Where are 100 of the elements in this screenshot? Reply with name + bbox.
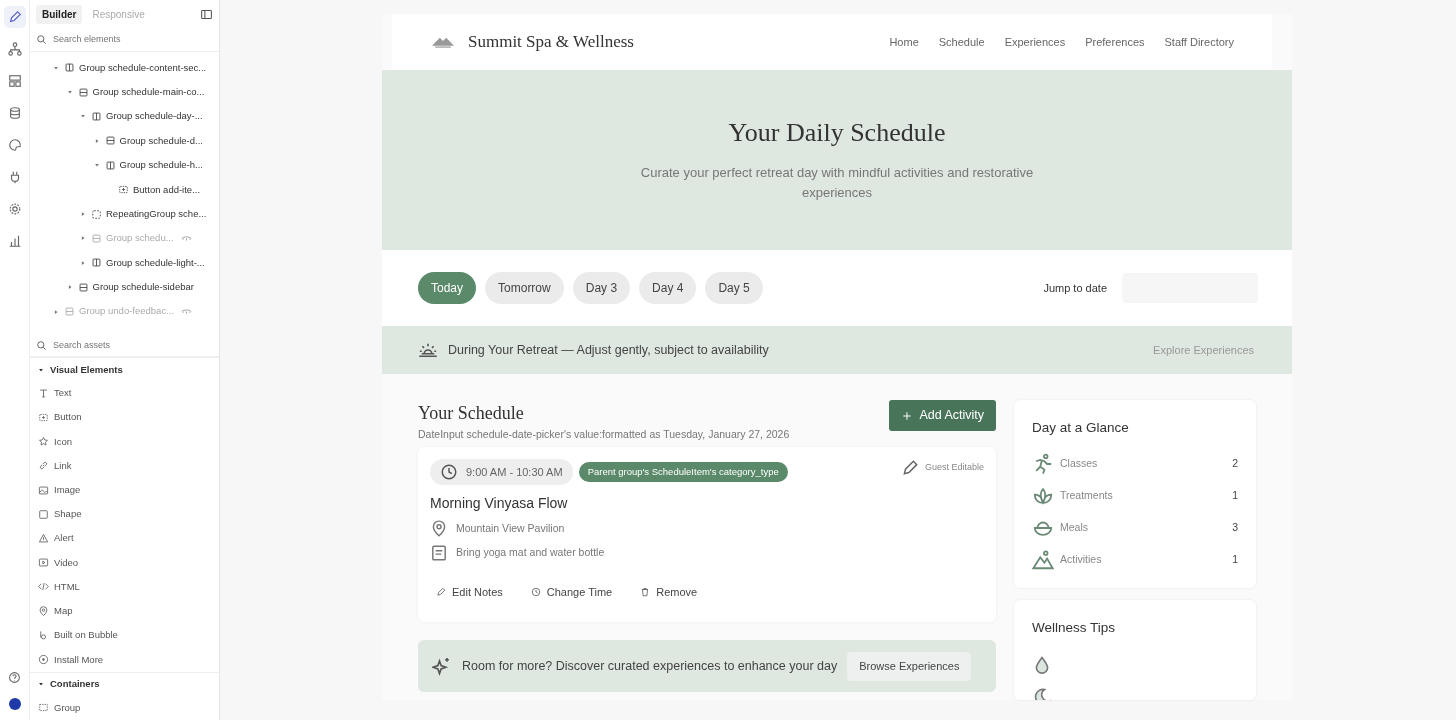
video-icon [38,557,49,569]
search-field[interactable]: Search elements [53,33,203,47]
columns-icon [64,62,75,74]
element-item[interactable]: Video [30,550,219,575]
section-header[interactable]: Containers [30,671,219,696]
layout-icon [7,74,22,88]
trash-icon [640,587,651,597]
mountains-icon [1032,549,1054,572]
tree-item[interactable]: Group schedule-content-sec... [30,55,219,80]
element-item[interactable]: Built on Bubble [30,623,219,648]
tree-item[interactable]: Group schedule-light-... [30,250,219,275]
action-button[interactable]: Change Time [530,583,613,601]
editable-label: Guest Editable [924,461,984,474]
rows-icon [77,281,89,293]
tree-item[interactable]: Group schedule-day-... [30,104,219,129]
count-text: 1 [1232,488,1238,504]
add-activity-button[interactable]: Add Activity [889,400,996,431]
day-tab[interactable]: Day 3 [572,272,631,304]
search-field[interactable]: Search assets [53,338,203,353]
search-icon [36,339,47,351]
category-label: Meals [1060,520,1088,536]
nav-link[interactable]: Preferences [1085,33,1145,51]
location-text: Mountain View Pavilion [456,520,565,536]
rows-icon [64,306,75,318]
nav-link[interactable]: Home [889,33,919,51]
category-label: Treatments [1060,488,1113,504]
element-item[interactable]: Text [30,381,219,406]
pencil-tab[interactable] [3,6,26,28]
text-icon [38,387,49,399]
plus-icon [901,409,914,422]
element-item[interactable]: Shape [30,502,219,527]
element-item[interactable]: Alert [30,526,219,551]
tree-item[interactable]: Group schedule-main-co... [30,79,219,105]
help-icon [8,670,21,684]
action-button[interactable]: Edit Notes [436,583,503,601]
image-icon [38,484,49,496]
square-icon [38,508,49,520]
hierarchy-icon [7,42,22,56]
element-item[interactable]: Link [30,453,219,478]
database-icon [7,106,22,120]
nav-link[interactable]: Experiences [1004,33,1066,51]
note-text: Bring yoga mat and water bottle [456,544,605,560]
element-item[interactable]: Group [30,695,219,720]
chart-icon [7,234,22,248]
note-icon [430,543,448,562]
activity-name: Morning Vinyasa Flow [430,493,569,513]
rows-icon [91,232,102,244]
count-text: 2 [1232,456,1238,472]
element-item[interactable]: Image [30,478,219,503]
search-icon [36,34,47,46]
tree-item[interactable]: Group schedule-d... [30,128,219,154]
category-label: Classes [1060,456,1098,472]
columns-icon [104,159,116,171]
browse-button[interactable]: Browse Experiences [847,652,972,681]
element-item[interactable]: Icon [30,429,219,454]
action-button[interactable]: Remove [640,583,698,601]
rows-icon [104,135,116,147]
mountain-logo-icon [432,36,454,48]
card-title: Wellness Tips [1032,619,1117,638]
rows-icon [77,86,89,98]
avatar[interactable] [8,698,21,710]
sidebar-toggle-icon[interactable] [200,8,213,21]
tree-item[interactable]: Group schedule-sidebar [30,275,219,300]
element-item[interactable]: Install More [30,647,219,672]
date-text: DateInput schedule-date-picker's value:formatted as Tuesday, January 27, 2026 [418,427,790,442]
location-pin-icon [38,605,49,617]
time-pill: 9:00 AM - 10:30 AM [430,458,573,485]
pencil-icon [7,10,22,24]
nav-link[interactable]: Schedule [938,33,985,51]
star-icon [38,436,49,448]
day-tab[interactable]: Today [418,272,477,304]
link-icon [38,460,49,472]
palette-icon [7,138,22,152]
tree-item[interactable]: RepeatingGroup sche... [30,201,219,227]
location-pin-icon [430,519,448,538]
tree-item[interactable]: Button add-ite... [30,177,219,202]
nav-link[interactable]: Staff Directory [1164,33,1234,51]
clock-icon [440,462,458,481]
notice-text: During Your Retreat — Adjust gently, subject to availability [448,341,769,359]
tree-item[interactable]: Group schedule-h... [30,153,219,178]
day-tab[interactable]: Day 4 [639,272,697,304]
element-item[interactable]: Button [30,405,219,430]
category-label: Activities [1060,552,1102,568]
repeating-group-icon [91,208,102,220]
settings-icon [7,202,22,216]
element-item[interactable]: Map [30,599,219,624]
columns-icon [91,110,102,122]
clock-icon [530,587,541,597]
section-header[interactable]: Visual Elements [30,357,219,382]
day-tab[interactable]: Day 5 [705,272,763,304]
promo-text: Room for more? Discover curated experiences to enhance your day [462,657,838,675]
sparkle-icon [432,656,452,677]
columns-icon [91,257,102,269]
category-tag: Parent group's ScheduleItem's category_type [578,461,788,482]
brand-name: Summit Spa & Wellness [468,31,634,54]
pencil-icon [436,587,446,597]
element-item[interactable]: HTML [30,574,219,600]
day-tab[interactable]: Tomorrow [485,272,564,304]
panel-tab[interactable]: Builder [36,5,83,24]
card-title: Day at a Glance [1032,419,1130,437]
